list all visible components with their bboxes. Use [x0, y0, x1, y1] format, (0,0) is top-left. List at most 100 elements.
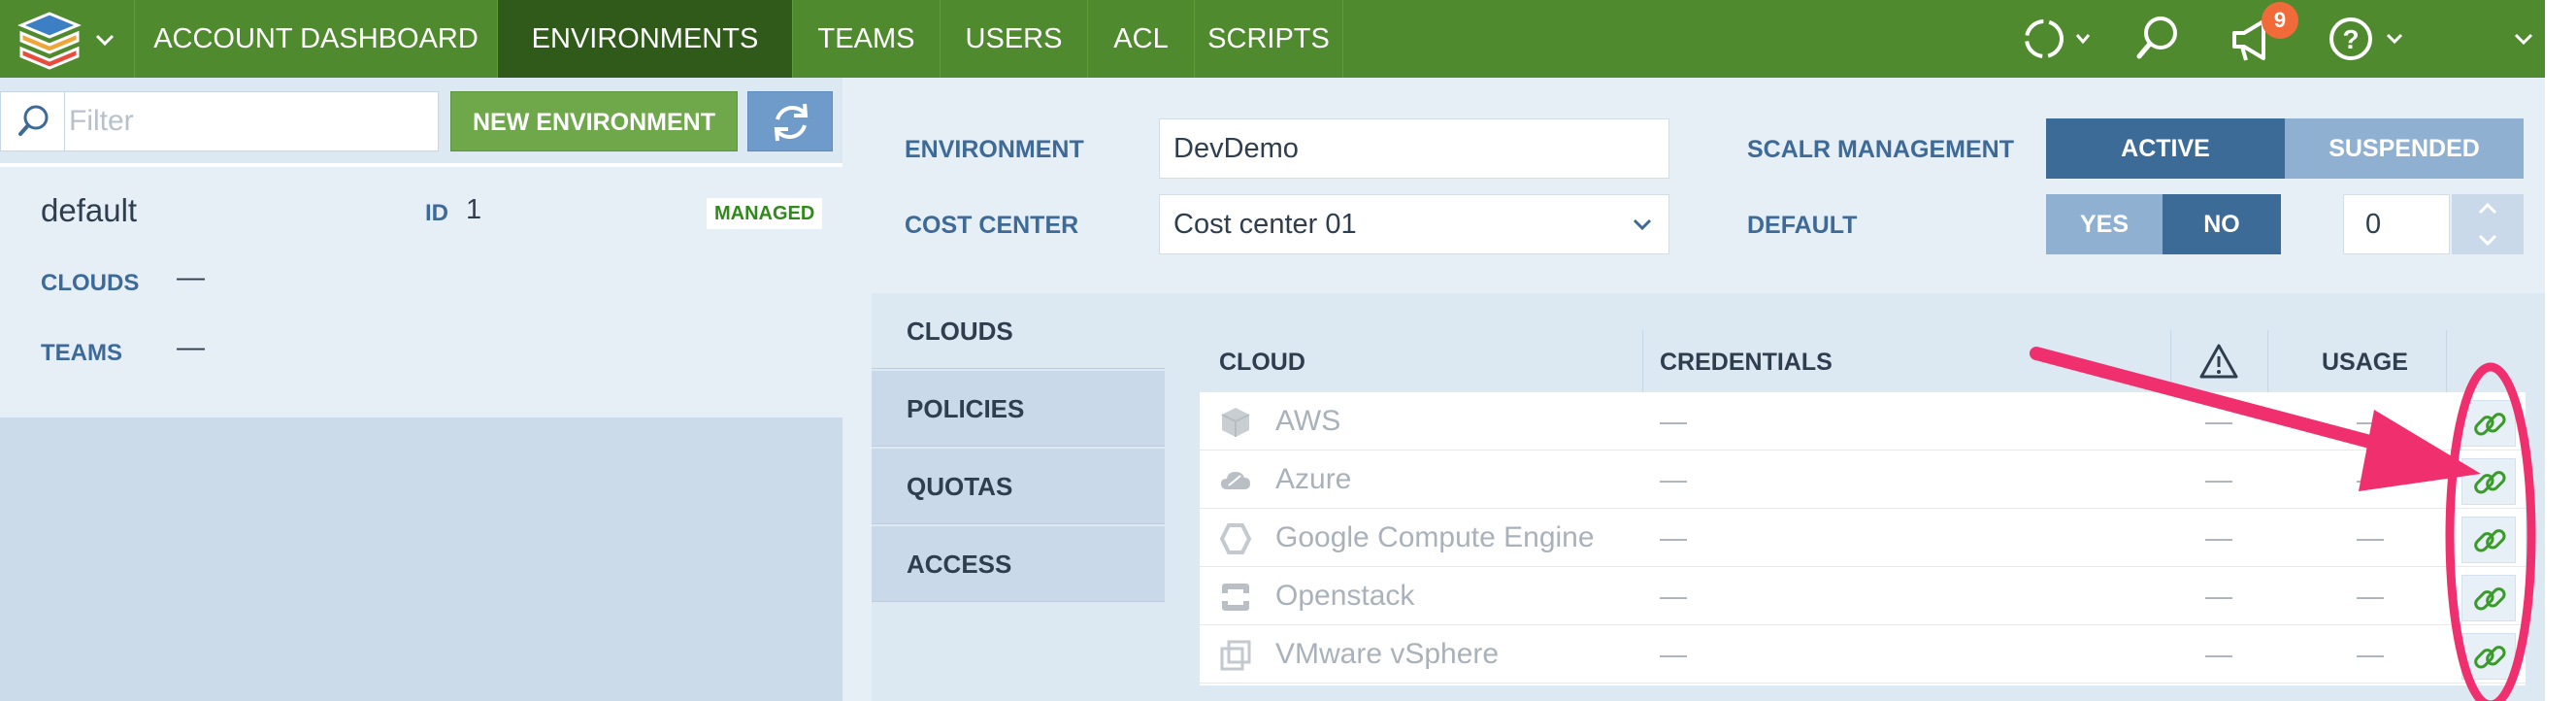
refresh-status-icon[interactable]: [2019, 12, 2097, 66]
gce-hexagon-icon: [1219, 523, 1252, 554]
cloud-name: Openstack: [1275, 580, 1415, 612]
link-icon: [2474, 587, 2506, 611]
chevron-down-icon[interactable]: [2510, 12, 2539, 66]
filter-input[interactable]: [69, 92, 428, 150]
warning-value: —: [2205, 406, 2232, 436]
link-icon: [2474, 471, 2506, 494]
filter-field[interactable]: [0, 91, 439, 151]
table-row[interactable]: Google Compute Engine — — —: [1200, 509, 2526, 567]
cost-center-select[interactable]: Cost center 01: [1159, 194, 1669, 254]
refresh-button[interactable]: [747, 91, 833, 151]
priority-field[interactable]: 0: [2343, 194, 2450, 254]
column-divider: [1642, 330, 1643, 392]
default-no-button[interactable]: NO: [2163, 194, 2281, 254]
usage-value: —: [2357, 581, 2384, 611]
tab-access[interactable]: ACCESS: [872, 526, 1165, 602]
cloud-name: Google Compute Engine: [1275, 521, 1595, 553]
usage-value: —: [2357, 406, 2384, 436]
environment-id-label: ID: [425, 200, 448, 226]
search-icon[interactable]: [2131, 12, 2186, 66]
tab-clouds[interactable]: CLOUDS: [872, 293, 1165, 369]
column-divider: [2170, 330, 2171, 392]
page-margin: [2545, 0, 2576, 701]
nav-scripts[interactable]: SCRIPTS: [1194, 0, 1343, 78]
chevron-down-icon: [95, 34, 115, 47]
priority-spinner[interactable]: [2452, 194, 2524, 254]
table-row[interactable]: VMware vSphere — — —: [1200, 625, 2526, 684]
teams-label: TEAMS: [41, 340, 122, 366]
column-credentials[interactable]: CREDENTIALS: [1660, 330, 1833, 392]
new-environment-button[interactable]: NEW ENVIRONMENT: [450, 91, 738, 151]
table-row[interactable]: Openstack — — —: [1200, 567, 2526, 625]
column-divider: [2267, 330, 2268, 392]
credentials-value: —: [1660, 581, 1687, 611]
usage-value: —: [2357, 464, 2384, 494]
link-cloud-button[interactable]: [2461, 575, 2516, 621]
nav-teams[interactable]: TEAMS: [792, 0, 940, 78]
aws-cube-icon: [1221, 408, 1250, 437]
chevron-down-icon: [1633, 218, 1652, 231]
scalr-logo-icon: [17, 12, 82, 70]
vmware-icon: [1220, 640, 1251, 671]
link-cloud-button[interactable]: [2461, 517, 2516, 563]
warning-value: —: [2205, 522, 2232, 552]
azure-cloud-icon: [1221, 472, 1250, 489]
column-cloud[interactable]: CLOUD: [1219, 330, 1305, 392]
scalr-management-label: SCALR MANAGEMENT: [1747, 136, 2014, 163]
search-icon: [18, 105, 49, 136]
spinner-down-icon[interactable]: [2452, 225, 2524, 254]
environment-name: default: [41, 192, 138, 228]
environment-name-field[interactable]: DevDemo: [1159, 118, 1669, 179]
search-icon-cell: [1, 92, 65, 150]
sidebar-empty-area: [0, 417, 842, 701]
usage-value: —: [2357, 639, 2384, 669]
clouds-value: —: [177, 262, 205, 293]
tab-quotas[interactable]: QUOTAS: [872, 449, 1165, 524]
spinner-up-icon[interactable]: [2452, 194, 2524, 223]
cost-center-value: Cost center 01: [1173, 209, 1357, 240]
link-cloud-button[interactable]: [2461, 633, 2516, 680]
warning-icon: [2199, 344, 2238, 379]
cost-center-label: COST CENTER: [905, 212, 1079, 239]
nav-users[interactable]: USERS: [940, 0, 1087, 78]
cloud-name: AWS: [1275, 405, 1341, 437]
table-row[interactable]: Azure — — —: [1200, 451, 2526, 509]
environment-label: ENVIRONMENT: [905, 136, 1084, 163]
tab-policies[interactable]: POLICIES: [872, 371, 1165, 447]
credentials-value: —: [1660, 406, 1687, 436]
nav-account-dashboard[interactable]: ACCOUNT DASHBOARD: [134, 0, 497, 78]
environment-id-value: 1: [466, 194, 482, 225]
managed-badge: MANAGED: [707, 198, 823, 229]
default-label: DEFAULT: [1747, 212, 1858, 239]
svg-text:?: ?: [2342, 24, 2359, 54]
nav-environments[interactable]: ENVIRONMENTS: [497, 0, 792, 78]
column-divider: [2446, 330, 2447, 392]
table-row[interactable]: AWS — — —: [1200, 392, 2526, 451]
link-icon: [2474, 529, 2506, 552]
link-cloud-button[interactable]: [2461, 400, 2516, 447]
column-usage[interactable]: USAGE: [2322, 330, 2408, 392]
cloud-name: VMware vSphere: [1275, 638, 1500, 670]
credentials-value: —: [1660, 522, 1687, 552]
help-icon[interactable]: ?: [2326, 12, 2423, 66]
table-header: CLOUD CREDENTIALS USAGE: [1200, 330, 2526, 392]
app-menu-button[interactable]: [10, 6, 124, 72]
openstack-icon: [1222, 584, 1249, 611]
cloud-name: Azure: [1275, 463, 1352, 495]
warning-value: —: [2205, 581, 2232, 611]
link-cloud-button[interactable]: [2461, 458, 2516, 505]
notification-badge: 9: [2262, 2, 2298, 39]
default-yes-button[interactable]: YES: [2046, 194, 2163, 254]
clouds-label: CLOUDS: [41, 270, 140, 296]
usage-value: —: [2357, 522, 2384, 552]
management-suspended-button[interactable]: SUSPENDED: [2285, 118, 2524, 179]
link-icon: [2474, 646, 2506, 669]
top-nav-bar: ACCOUNT DASHBOARD ENVIRONMENTS TEAMS USE…: [0, 0, 2545, 78]
credentials-value: —: [1660, 464, 1687, 494]
warning-value: —: [2205, 639, 2232, 669]
warning-value: —: [2205, 464, 2232, 494]
refresh-icon: [774, 103, 809, 142]
nav-acl[interactable]: ACL: [1087, 0, 1194, 78]
teams-value: —: [177, 332, 205, 363]
management-active-button[interactable]: ACTIVE: [2046, 118, 2285, 179]
